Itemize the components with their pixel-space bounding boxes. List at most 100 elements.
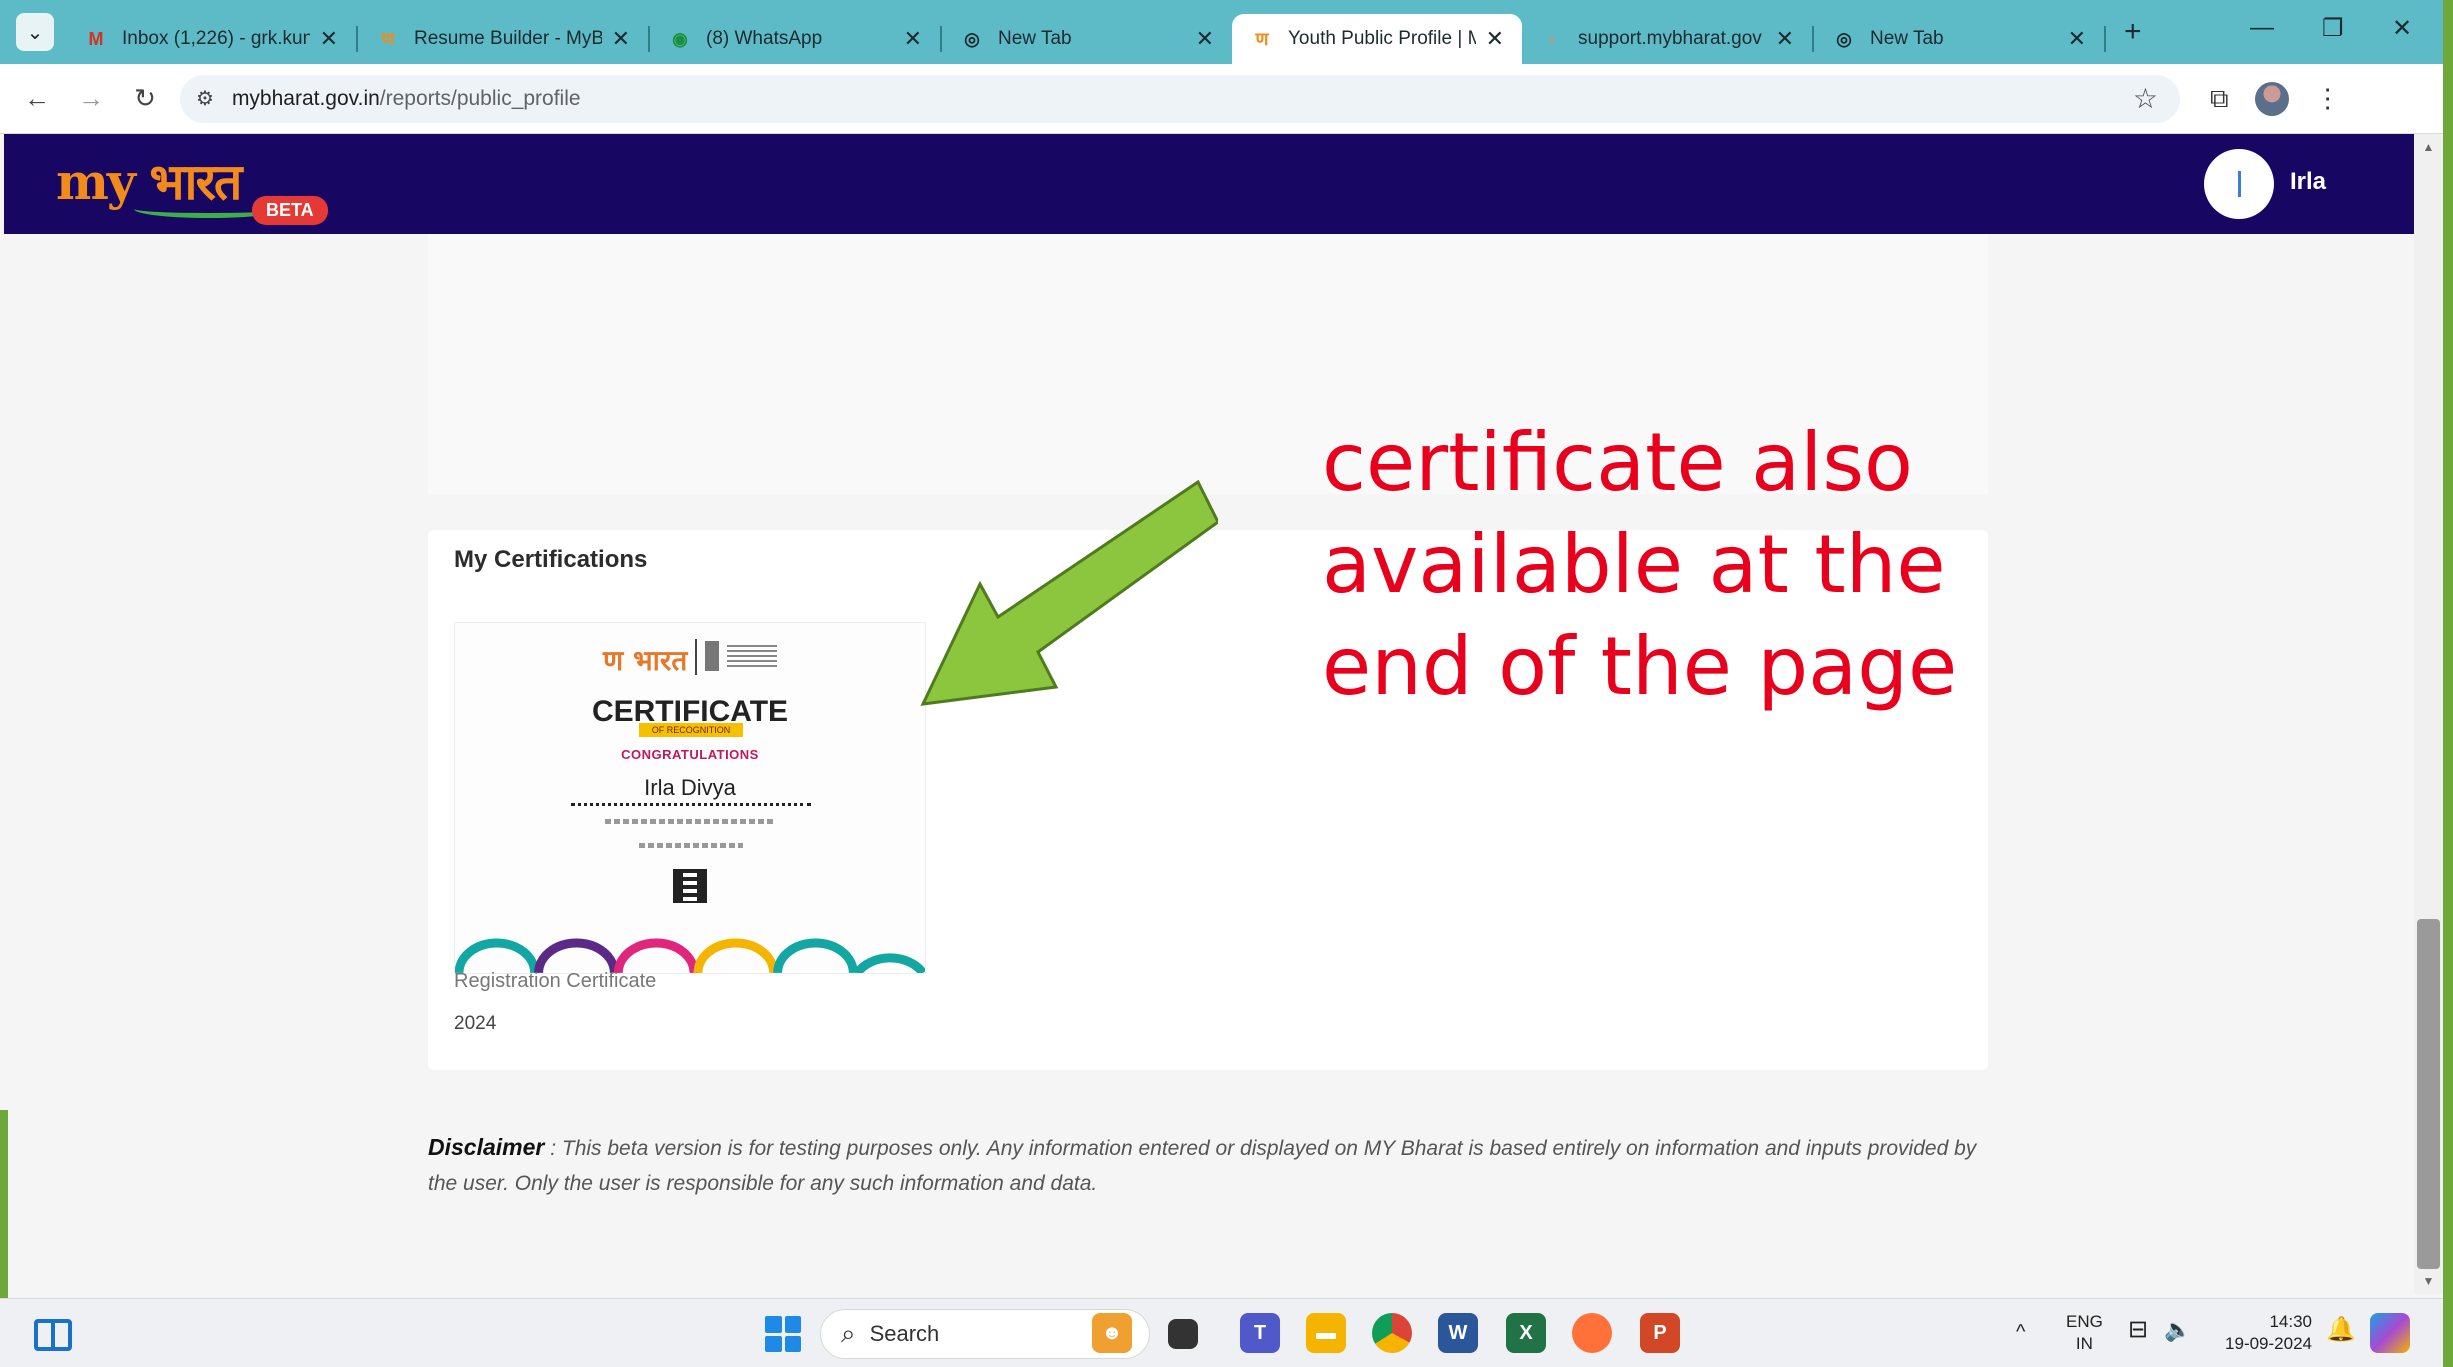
site-header: my भारत BETA Irla (4, 134, 2414, 234)
scroll-up-icon[interactable]: ▲ (2414, 140, 2443, 154)
task-view-icon[interactable] (1168, 1319, 1198, 1349)
close-icon[interactable]: ✕ (2068, 26, 2086, 52)
certifications-heading: My Certifications (454, 546, 648, 573)
tab-support[interactable]: ● support.mybharat.gov ✕ (1522, 14, 1812, 64)
disclaimer-label: Disclaimer (428, 1134, 545, 1160)
chrome-icon: ◎ (964, 28, 980, 49)
tab-label: support.mybharat.gov (1578, 28, 1762, 49)
certificate-name-underline (571, 803, 811, 806)
annotation-text: certificate also available at the end of… (1322, 416, 1958, 713)
back-arrow-icon[interactable]: ← (10, 83, 64, 114)
restore-icon[interactable]: ❐ (2322, 14, 2344, 43)
certificate-decorative-arcs (455, 938, 925, 973)
windows-taskbar: ⌕ Search ☻ T ▬ W X P ^ ENG IN ⊟ 🔈 14:30 19… (0, 1298, 2443, 1367)
tab-new-tab-2[interactable]: ◎ New Tab ✕ (1814, 14, 2104, 64)
url-text: mybharat.gov.in/reports/public_profile (232, 87, 581, 111)
word-icon[interactable]: W (1438, 1313, 1478, 1353)
chrome-taskbar-icon[interactable] (1372, 1313, 1412, 1353)
close-icon[interactable]: ✕ (1776, 26, 1794, 52)
profile-avatar[interactable] (2254, 81, 2289, 116)
close-window-icon[interactable]: ✕ (2392, 14, 2412, 43)
extensions-puzzle-icon[interactable]: ⧉ (2210, 83, 2229, 115)
widgets-icon[interactable] (34, 1319, 72, 1351)
disclaimer-text: : This beta version is for testing purpo… (428, 1137, 1977, 1195)
mybharat-icon: ण (1255, 29, 1269, 49)
certificate-caption: Registration Certificate (454, 970, 657, 992)
forward-arrow-icon[interactable]: → (64, 83, 118, 114)
show-hidden-icons-chevron-icon[interactable]: ^ (2016, 1321, 2025, 1343)
scroll-down-icon[interactable]: ▼ (2414, 1274, 2443, 1288)
certificate-congrats: CONGRATULATIONS (621, 747, 759, 762)
tab-search-chevron-icon[interactable]: ⌄ (16, 13, 54, 51)
certificate-logo: ण भारत (603, 644, 688, 677)
certificate-body-text (605, 819, 775, 824)
qr-code-icon (673, 869, 707, 903)
clock-date: 19-09-2024 (2225, 1334, 2312, 1353)
tab-youth-public-profile[interactable]: ण Youth Public Profile | M ✕ (1232, 14, 1522, 64)
copilot-icon[interactable] (2370, 1313, 2410, 1353)
page-scrollbar[interactable]: ▲ ▼ (2414, 134, 2443, 1294)
url-path: /reports/public_profile (379, 86, 581, 110)
site-info-icon[interactable]: ⚙ (196, 86, 214, 111)
language-indicator[interactable]: ENG IN (2066, 1311, 2103, 1355)
language-code: ENG (2066, 1312, 2103, 1331)
teams-icon[interactable]: T (1240, 1313, 1280, 1353)
certificate-body-text (639, 843, 743, 848)
ministry-emblem-icon (695, 639, 785, 675)
tab-label: New Tab (998, 28, 1072, 49)
certificate-year: 2024 (454, 1013, 497, 1034)
address-bar[interactable]: ⚙ mybharat.gov.in/reports/public_profile… (180, 74, 2180, 123)
network-icon[interactable]: ⊟ (2128, 1318, 2148, 1342)
close-icon[interactable]: ✕ (612, 26, 630, 52)
search-placeholder: Search (869, 1321, 940, 1346)
beta-badge: BETA (252, 196, 328, 225)
mybharat-icon: ण (381, 29, 395, 49)
user-avatar[interactable] (2204, 149, 2274, 219)
certificate-ribbon: OF RECOGNITION (639, 723, 743, 737)
notification-bell-icon[interactable]: 🔔 (2326, 1318, 2356, 1342)
browser-toolbar: ← → ↻ ⚙ mybharat.gov.in/reports/public_p… (0, 64, 2443, 134)
browser-tab-strip: ⌄ M Inbox (1,226) - grk.kun ✕ ण Resume B… (0, 0, 2443, 64)
tab-label: Resume Builder - MyB (414, 28, 602, 49)
powerpoint-icon[interactable]: P (1640, 1313, 1680, 1353)
region-code: IN (2075, 1334, 2093, 1353)
disclaimer: Disclaimer : This beta version is for te… (428, 1130, 1988, 1201)
tab-label: (8) WhatsApp (706, 28, 823, 49)
annotation-arrow-icon (920, 479, 1218, 706)
file-explorer-icon[interactable]: ▬ (1306, 1313, 1346, 1353)
mybharat-logo[interactable]: my भारत BETA (56, 142, 328, 226)
globe-icon: ● (1546, 28, 1558, 49)
tab-divider (2104, 26, 2106, 52)
volume-icon[interactable]: 🔈 (2164, 1319, 2191, 1341)
search-icon: ⌕ (841, 1318, 856, 1348)
scrollbar-thumb[interactable] (2417, 919, 2440, 1269)
certificate-thumbnail[interactable]: ण भारत CERTIFICATE OF RECOGNITION CONGRA… (454, 622, 926, 974)
new-tab-plus-icon[interactable]: + (2124, 15, 2142, 49)
whatsapp-icon: ◉ (672, 28, 688, 49)
tab-resume-builder[interactable]: ण Resume Builder - MyB ✕ (358, 14, 648, 64)
windows-start-icon[interactable] (765, 1316, 801, 1352)
certificate-recipient-name: Irla Divya (644, 775, 736, 800)
tab-new-tab[interactable]: ◎ New Tab ✕ (942, 14, 1232, 64)
user-name[interactable]: Irla (2290, 168, 2326, 196)
close-icon[interactable]: ✕ (320, 26, 338, 52)
excel-icon[interactable]: X (1506, 1313, 1546, 1353)
tab-whatsapp[interactable]: ◉ (8) WhatsApp ✕ (650, 14, 940, 64)
tab-label: Inbox (1,226) - grk.kun (122, 28, 310, 49)
url-host: mybharat.gov.in (231, 86, 380, 110)
tab-inbox[interactable]: M Inbox (1,226) - grk.kun ✕ (66, 14, 356, 64)
tab-label: Youth Public Profile | M (1288, 28, 1476, 49)
menu-kebab-icon[interactable]: ⋮ (2315, 83, 2341, 114)
slide-border (2443, 0, 2453, 1367)
bookmark-star-icon[interactable]: ☆ (2133, 82, 2158, 115)
close-icon[interactable]: ✕ (1486, 26, 1504, 52)
gmail-icon: M (88, 28, 104, 49)
firefox-icon[interactable] (1572, 1313, 1612, 1353)
reload-icon[interactable]: ↻ (118, 83, 172, 114)
clock[interactable]: 14:30 19-09-2024 (2216, 1311, 2312, 1355)
close-icon[interactable]: ✕ (1196, 26, 1214, 52)
chrome-icon: ◎ (1836, 28, 1852, 49)
minimize-icon[interactable]: — (2250, 14, 2274, 42)
search-highlight-icon[interactable]: ☻ (1092, 1313, 1132, 1353)
close-icon[interactable]: ✕ (904, 26, 922, 52)
